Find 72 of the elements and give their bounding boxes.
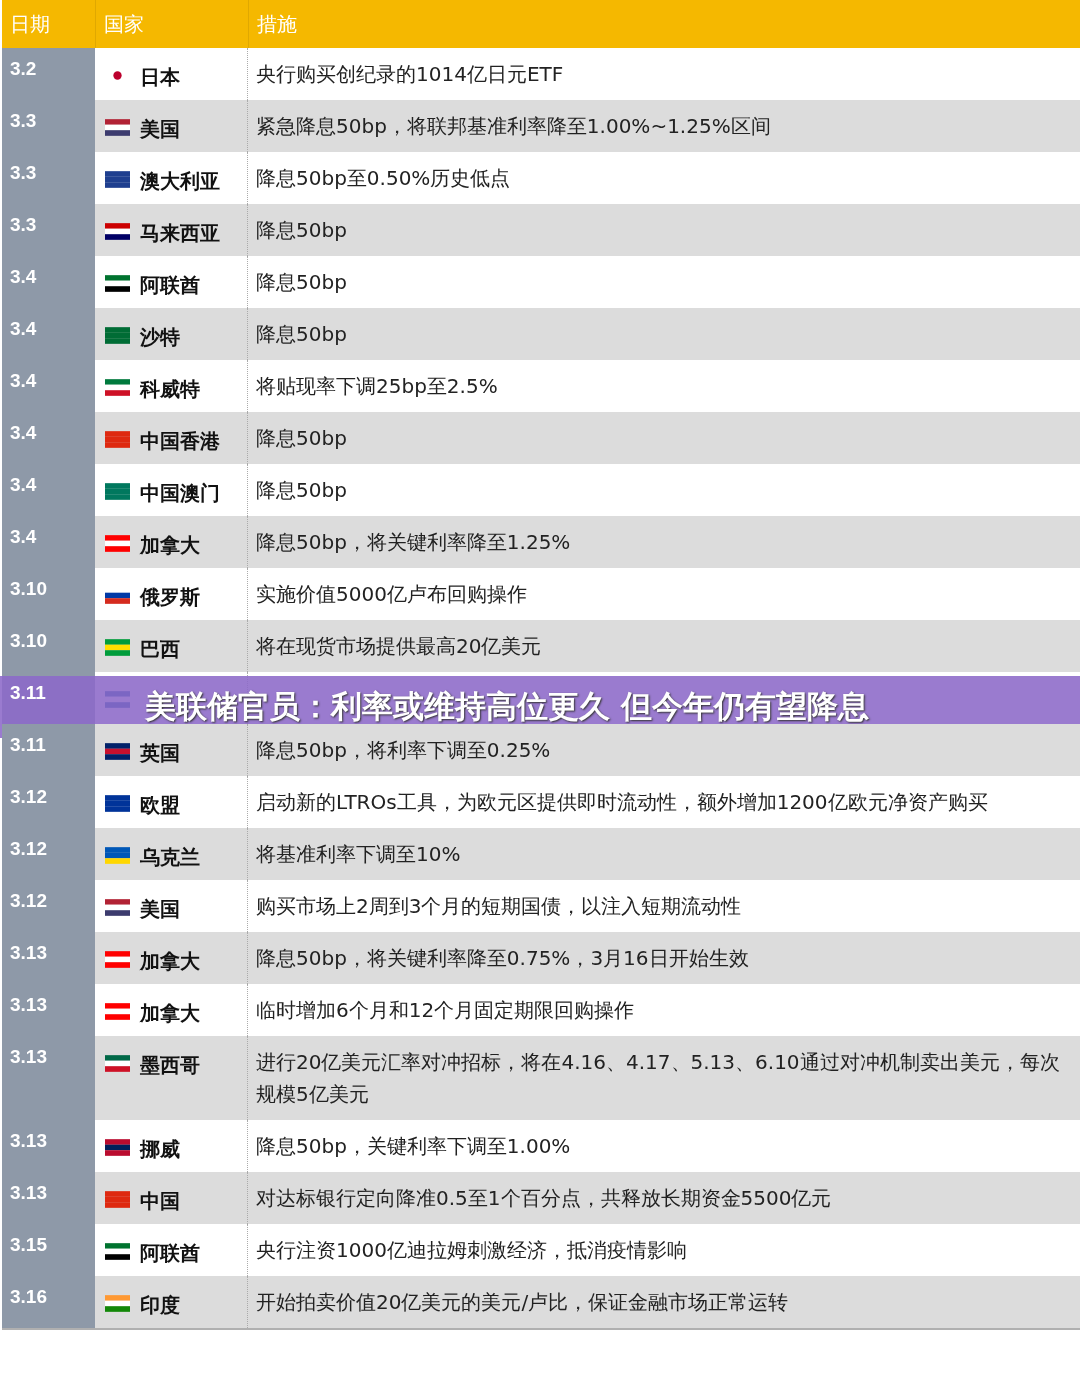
- date-cell: 3.3: [10, 162, 37, 183]
- date-cell: 3.13: [10, 1046, 47, 1067]
- date-cell: 3.11: [10, 734, 46, 755]
- date-cell: 3.13: [10, 1130, 47, 1151]
- date-cell: 3.2: [10, 58, 37, 79]
- date-cell: 3.11: [10, 682, 46, 703]
- measure-cell: 紧急降息50bp，将联邦基准利率降至1.00%~1.25%区间: [256, 114, 771, 138]
- country-cell: 美国: [140, 116, 180, 143]
- measure-cell: 降息50bp至0.50%历史低点: [256, 166, 511, 190]
- measure-cell: 将贴现率下调25bp至2.5%: [256, 374, 498, 398]
- country-cell: 澳大利亚: [140, 168, 220, 195]
- date-cell: 3.12: [10, 890, 47, 911]
- measure-cell: 启动新的LTROs工具，为欧元区提供即时流动性，额外增加1200亿欧元净资产购买: [256, 790, 988, 814]
- date-cell: 3.15: [10, 1234, 47, 1255]
- country-cell: 中国香港: [140, 428, 220, 455]
- country-cell: 美国: [140, 896, 180, 923]
- country-cell: 加拿大: [140, 948, 200, 975]
- date-cell: 3.4: [10, 370, 37, 391]
- date-cell: 3.4: [10, 318, 37, 339]
- country-cell: 科威特: [140, 376, 200, 403]
- measure-cell: 将在现货市场提供最高20亿美元: [256, 634, 542, 658]
- date-cell: 3.4: [10, 422, 37, 443]
- country-cell: 墨西哥: [140, 1052, 200, 1079]
- measure-cell: 降息50bp，将关键利率降至0.75%，3月16日开始生效: [256, 946, 749, 970]
- date-cell: 3.13: [10, 1182, 47, 1203]
- country-cell: 阿联酋: [140, 272, 200, 299]
- country-cell: 挪威: [140, 1136, 180, 1163]
- date-cell: 3.3: [10, 110, 37, 131]
- measure-cell: 降息50bp: [256, 478, 347, 502]
- country-cell: 俄罗斯: [140, 584, 200, 611]
- date-cell: 3.4: [10, 474, 37, 495]
- date-cell: 3.12: [10, 786, 47, 807]
- measure-cell: 临时增加6个月和12个月固定期限回购操作: [256, 998, 635, 1022]
- measure-cell: 央行购买创纪录的1014亿日元ETF: [256, 62, 564, 86]
- measure-cell: 央行注资1000亿迪拉姆刺激经济，抵消疫情影响: [256, 1238, 687, 1262]
- country-cell: 欧盟: [140, 792, 180, 819]
- country-cell: 日本: [140, 64, 180, 91]
- date-cell: 3.12: [10, 838, 47, 859]
- measure-cell: 降息50bp: [256, 218, 347, 242]
- country-cell: 乌克兰: [140, 844, 200, 871]
- measure-cell: 实施价值5000亿卢布回购操作: [256, 582, 527, 606]
- country-cell: 加拿大: [140, 532, 200, 559]
- country-cell: 中国澳门: [140, 480, 220, 507]
- country-cell: 加拿大: [140, 1000, 200, 1027]
- measure-cell: 降息50bp: [256, 270, 347, 294]
- date-cell: 3.4: [10, 526, 37, 547]
- measure-cell: 将基准利率下调至10%: [256, 842, 461, 866]
- measure-cell: 降息50bp: [256, 426, 347, 450]
- measure-cell: 购买市场上2周到3个月的短期国债，以注入短期流动性: [256, 894, 742, 918]
- headline-title: 美联储官员：利率或维持高位更久 但今年仍有望降息: [145, 687, 869, 726]
- date-cell: 3.10: [10, 630, 47, 651]
- measure-cell: 降息50bp，关键利率下调至1.00%: [256, 1134, 571, 1158]
- measure-cell: 开始拍卖价值20亿美元的美元/卢比，保证金融市场正常运转: [256, 1290, 789, 1314]
- date-cell: 3.13: [10, 994, 47, 1015]
- measure-cell: 对达标银行定向降准0.5至1个百分点，共释放长期资金5500亿元: [256, 1186, 832, 1210]
- measure-cell: 降息50bp，将关键利率降至1.25%: [256, 530, 571, 554]
- country-cell: 中国: [140, 1188, 180, 1215]
- column-header: 日期: [9, 10, 51, 38]
- date-cell: 3.3: [10, 214, 37, 235]
- country-cell: 巴西: [140, 636, 180, 663]
- country-cell: 阿联酋: [140, 1240, 200, 1267]
- date-cell: 3.16: [10, 1286, 47, 1307]
- measure-cell: 降息50bp: [256, 322, 347, 346]
- country-cell: 英国: [140, 740, 180, 767]
- date-cell: 3.10: [10, 578, 47, 599]
- measure-cell: 进行20亿美元汇率对冲招标，将在4.16、4.17、5.13、6.10通过对冲机制卖出美元，每次规模5亿美元: [256, 1050, 1060, 1106]
- date-cell: 3.13: [10, 942, 47, 963]
- measure-cell: 降息50bp，将利率下调至0.25%: [256, 738, 551, 762]
- date-cell: 3.4: [10, 266, 37, 287]
- country-cell: 印度: [140, 1292, 180, 1319]
- country-cell: 沙特: [140, 324, 180, 351]
- country-cell: 马来西亚: [140, 220, 220, 247]
